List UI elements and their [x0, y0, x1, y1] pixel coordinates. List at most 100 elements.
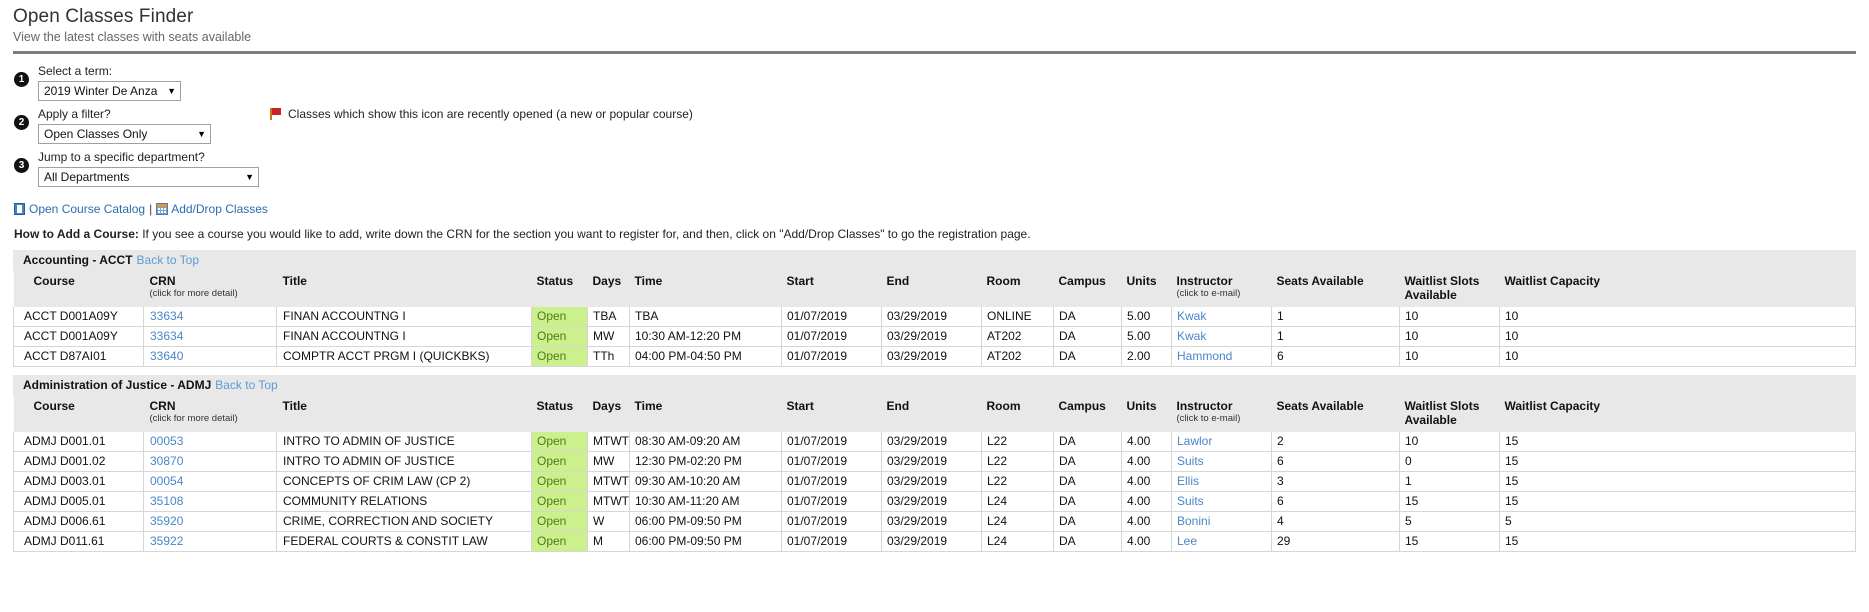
- table-header-row: Course CRN (click for more detail) Title Sta…: [13, 271, 1856, 307]
- table-row: ADMJ D001.01 00053 INTRO TO ADMIN OF JUSTI…: [13, 432, 1856, 452]
- step-number-1: 1: [14, 72, 29, 87]
- department-select[interactable]: All Departments ▼: [38, 167, 259, 187]
- cell-instructor[interactable]: Kwak: [1171, 326, 1272, 347]
- cell-crn[interactable]: 30870: [143, 451, 277, 472]
- cell-start: 01/07/2019: [781, 471, 882, 492]
- column-header-start: Start: [781, 396, 882, 432]
- cell-room: L22: [981, 451, 1054, 472]
- column-header-label: Waitlist Capacity: [1504, 274, 1601, 288]
- cell-units: 4.00: [1121, 491, 1172, 512]
- column-header-waitlist-capacity: Waitlist Capacity: [1499, 271, 1856, 307]
- how-to-add-course-label: How to Add a Course:: [14, 227, 139, 241]
- cell-instructor[interactable]: Lee: [1171, 531, 1272, 552]
- table-header-row: Course CRN (click for more detail) Title Sta…: [13, 396, 1856, 432]
- back-to-top-link[interactable]: Back to Top: [137, 253, 199, 267]
- column-header-end: End: [881, 271, 982, 307]
- cell-crn[interactable]: 33640: [143, 346, 277, 367]
- column-header-label: Waitlist Capacity: [1504, 399, 1601, 413]
- cell-room: AT202: [981, 346, 1054, 367]
- column-header-time: Time: [629, 396, 782, 432]
- cell-course: ADMJ D001.02: [13, 451, 144, 472]
- cell-instructor[interactable]: Hammond: [1171, 346, 1272, 367]
- cell-instructor[interactable]: Lawlor: [1171, 432, 1272, 452]
- crn-link[interactable]: 35922: [150, 534, 183, 548]
- column-header-start: Start: [781, 271, 882, 307]
- column-header-label: Room: [986, 274, 1021, 288]
- crn-link[interactable]: 33634: [150, 329, 183, 343]
- recently-opened-note-text: Classes which show this icon are recentl…: [288, 107, 693, 121]
- cell-course: ADMJ D011.61: [13, 531, 144, 552]
- cell-days: TBA: [587, 307, 630, 327]
- instructor-email-link[interactable]: Suits: [1177, 494, 1204, 508]
- add-drop-classes-link[interactable]: Add/Drop Classes: [171, 202, 268, 216]
- cell-seats: 2: [1271, 432, 1400, 452]
- cell-title: FEDERAL COURTS & CONSTIT LAW: [276, 531, 532, 552]
- cell-title: FINAN ACCOUNTNG I: [276, 307, 532, 327]
- instructor-email-link[interactable]: Kwak: [1177, 309, 1206, 323]
- cell-campus: DA: [1053, 326, 1122, 347]
- cell-instructor[interactable]: Suits: [1171, 451, 1272, 472]
- cell-status: Open: [531, 491, 588, 512]
- cell-seats: 6: [1271, 451, 1400, 472]
- term-select[interactable]: 2019 Winter De Anza ▼: [38, 81, 181, 101]
- cell-units: 2.00: [1121, 346, 1172, 367]
- cell-crn[interactable]: 35922: [143, 531, 277, 552]
- table-row: ADMJ D001.02 30870 INTRO TO ADMIN OF JUSTI…: [13, 451, 1856, 472]
- filter-select[interactable]: Open Classes Only ▼: [38, 124, 211, 144]
- column-header-label: Status: [536, 274, 574, 288]
- crn-link[interactable]: 00054: [150, 474, 183, 488]
- department-select-value: All Departments: [44, 170, 130, 184]
- crn-link[interactable]: 33634: [150, 309, 183, 323]
- cell-instructor[interactable]: Ellis: [1171, 471, 1272, 492]
- cell-title: COMPTR ACCT PRGM I (QUICKBKS): [276, 346, 532, 367]
- cell-waitlist-slots: 10: [1399, 307, 1500, 327]
- cell-instructor[interactable]: Kwak: [1171, 307, 1272, 327]
- cell-crn[interactable]: 33634: [143, 326, 277, 347]
- cell-waitlist-capacity: 10: [1499, 326, 1856, 347]
- cell-crn[interactable]: 35108: [143, 491, 277, 512]
- instructor-email-link[interactable]: Bonini: [1177, 514, 1210, 528]
- open-course-catalog-link[interactable]: Open Course Catalog: [29, 202, 145, 216]
- cell-days: MTWTh: [587, 432, 630, 452]
- instructor-email-link[interactable]: Lawlor: [1177, 434, 1212, 448]
- cell-room: L24: [981, 491, 1054, 512]
- instructor-email-link[interactable]: Suits: [1177, 454, 1204, 468]
- cell-time: 12:30 PM-02:20 PM: [629, 451, 782, 472]
- department-block: Accounting - ACCT Back to Top Course CRN (cl…: [13, 250, 1856, 367]
- crn-link[interactable]: 30870: [150, 454, 183, 468]
- instructor-email-link[interactable]: Hammond: [1177, 349, 1232, 363]
- department-heading: Administration of Justice - ADMJ Back to …: [13, 375, 1856, 396]
- column-header-label: Campus: [1058, 399, 1106, 413]
- crn-link[interactable]: 35108: [150, 494, 183, 508]
- column-header-instructor: Instructor (click to e-mail): [1171, 396, 1272, 432]
- column-header-title: Title: [276, 396, 532, 432]
- crn-link[interactable]: 00053: [150, 434, 183, 448]
- cell-status: Open: [531, 346, 588, 367]
- cell-instructor[interactable]: Suits: [1171, 491, 1272, 512]
- back-to-top-link[interactable]: Back to Top: [215, 378, 277, 392]
- control-row-department: 3 Jump to a specific department? All Dep…: [0, 150, 1869, 187]
- cell-crn[interactable]: 33634: [143, 307, 277, 327]
- cell-crn[interactable]: 35920: [143, 511, 277, 532]
- crn-link[interactable]: 33640: [150, 349, 183, 363]
- crn-link[interactable]: 35920: [150, 514, 183, 528]
- column-header-waitlist-slots: Waitlist Slots Available: [1399, 396, 1500, 432]
- cell-time: 04:00 PM-04:50 PM: [629, 346, 782, 367]
- cell-instructor[interactable]: Bonini: [1171, 511, 1272, 532]
- instructor-email-link[interactable]: Kwak: [1177, 329, 1206, 343]
- instructor-email-link[interactable]: Ellis: [1177, 474, 1199, 488]
- cell-crn[interactable]: 00054: [143, 471, 277, 492]
- department-heading: Accounting - ACCT Back to Top: [13, 250, 1856, 271]
- cell-crn[interactable]: 00053: [143, 432, 277, 452]
- table-row: ADMJ D011.61 35922 FEDERAL COURTS & CONSTI…: [13, 531, 1856, 552]
- class-listing-table: Course CRN (click for more detail) Title Sta…: [13, 271, 1856, 367]
- cell-waitlist-capacity: 15: [1499, 531, 1856, 552]
- instructor-email-link[interactable]: Lee: [1177, 534, 1197, 548]
- cell-title: CONCEPTS OF CRIM LAW (CP 2): [276, 471, 532, 492]
- cell-waitlist-capacity: 5: [1499, 511, 1856, 532]
- book-icon: [14, 203, 25, 215]
- cell-waitlist-slots: 15: [1399, 531, 1500, 552]
- page-root: Open Classes Finder View the latest clas…: [0, 0, 1869, 612]
- column-header-units: Units: [1121, 396, 1172, 432]
- cell-start: 01/07/2019: [781, 531, 882, 552]
